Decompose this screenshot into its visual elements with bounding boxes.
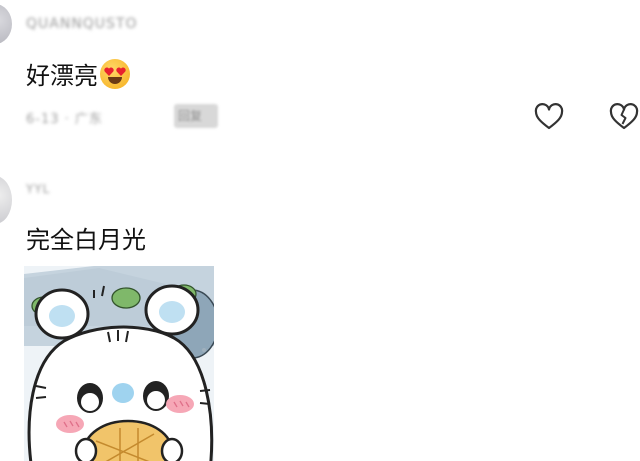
heart-eye-right-icon xyxy=(116,67,126,76)
reply-button[interactable]: 回复 xyxy=(174,104,218,128)
hamster-sticker-icon xyxy=(24,266,214,461)
dislike-button[interactable] xyxy=(608,101,640,133)
comment-body: 完全白月光 xyxy=(26,226,146,254)
comment-meta: 6-13 · 广东 xyxy=(26,112,103,127)
comment-thread: QUANNQUSTO 好漂亮 6-13 · 广东 回复 YYL 完全白月光 xyxy=(0,0,640,461)
heart-eyes-emoji-icon xyxy=(100,59,130,89)
heart-eye-left-icon xyxy=(104,67,114,76)
avatar[interactable] xyxy=(0,4,12,44)
username[interactable]: QUANNQUSTO xyxy=(26,16,138,32)
username[interactable]: YYL xyxy=(26,182,50,196)
reply-label: 回复 xyxy=(178,109,203,123)
emoji-mouth xyxy=(108,77,122,84)
comment-image[interactable] xyxy=(24,266,214,461)
comment-body: 好漂亮 xyxy=(26,62,98,90)
avatar[interactable] xyxy=(0,176,12,224)
comment-text: 好漂亮 xyxy=(26,56,130,91)
like-button[interactable] xyxy=(533,101,565,133)
broken-heart-icon xyxy=(609,103,639,130)
heart-outline-icon xyxy=(534,103,564,130)
